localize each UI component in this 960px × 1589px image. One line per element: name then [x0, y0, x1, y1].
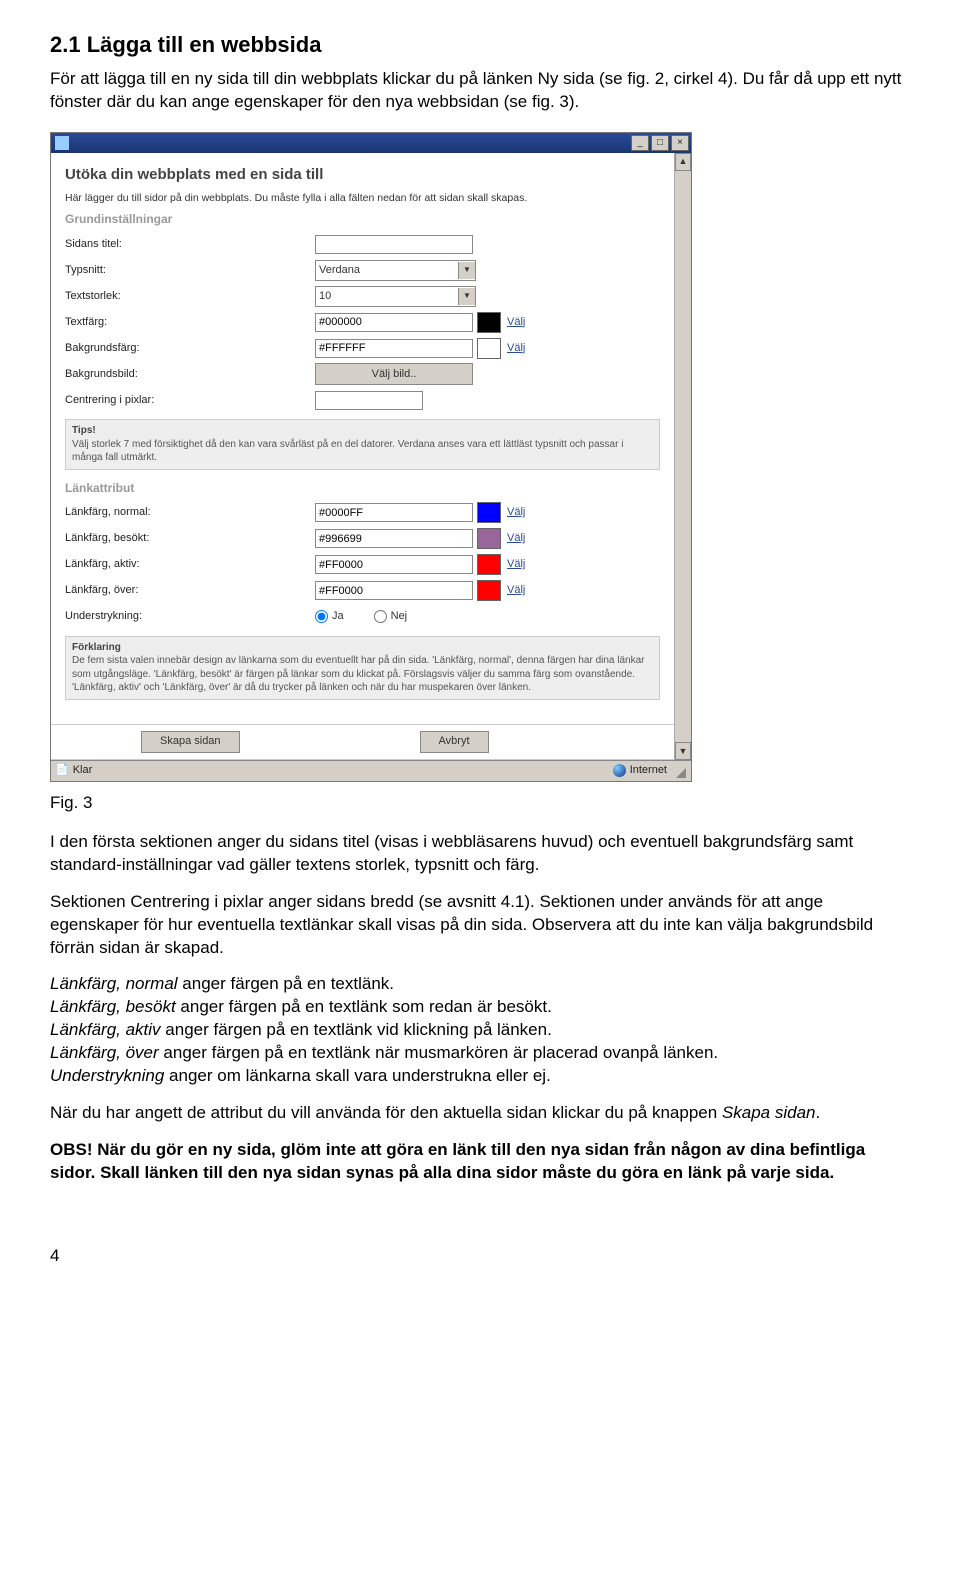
paragraph-first-section: I den första sektionen anger du sidans t…: [50, 831, 910, 877]
window-titlebar: _ □ ×: [51, 133, 691, 153]
globe-icon: [613, 764, 626, 777]
swatch-link-normal: [477, 502, 501, 523]
choose-link-normal[interactable]: Välj: [507, 505, 525, 520]
dialog-heading: Utöka din webbplats med en sida till: [65, 165, 660, 185]
maximize-button[interactable]: □: [651, 135, 669, 151]
minimize-button[interactable]: _: [631, 135, 649, 151]
swatch-link-over: [477, 580, 501, 601]
label-link-over: Länkfärg, över:: [65, 583, 315, 598]
paragraph-centrering: Sektionen Centrering i pixlar anger sida…: [50, 891, 910, 960]
input-textcolor[interactable]: [315, 313, 473, 332]
li-besokt-text: anger färgen på en textlänk som redan är…: [176, 997, 552, 1016]
input-bgcolor[interactable]: [315, 339, 473, 358]
status-text: Klar: [73, 763, 93, 778]
page-number: 4: [50, 1245, 910, 1268]
radio-yes-text: Ja: [332, 609, 344, 624]
label-link-active: Länkfärg, aktiv:: [65, 557, 315, 572]
figure-3-window: _ □ × Utöka din webbplats med en sida ti…: [50, 132, 692, 782]
basic-settings-subhead: Grundinställningar: [65, 211, 660, 227]
choose-link-textcolor[interactable]: Välj: [507, 315, 525, 330]
link-attr-subhead: Länkattribut: [65, 480, 660, 496]
dropdown-font-value: Verdana: [319, 263, 360, 278]
radio-yes-label[interactable]: Ja: [315, 609, 344, 624]
section-number: 2.1: [50, 32, 81, 57]
swatch-textcolor: [477, 312, 501, 333]
intro-paragraph: För att lägga till en ny sida till din w…: [50, 68, 910, 114]
p-after-head: När du har angett de attribut du vill an…: [50, 1103, 722, 1122]
input-link-active[interactable]: [315, 555, 473, 574]
li-over-em: Länkfärg, över: [50, 1043, 159, 1062]
obs-strong: OBS! När du gör en ny sida, glöm inte at…: [50, 1140, 865, 1182]
tips-heading: Tips!: [72, 425, 96, 436]
paragraph-after: När du har angett de attribut du vill an…: [50, 1102, 910, 1125]
radio-no-label[interactable]: Nej: [374, 609, 408, 624]
dropdown-textsize-value: 10: [319, 289, 331, 304]
resize-grip-icon[interactable]: [671, 763, 687, 779]
choose-image-button[interactable]: Välj bild..: [315, 363, 473, 385]
input-centering[interactable]: [315, 391, 423, 410]
dropdown-textsize[interactable]: 10 ▼: [315, 286, 476, 307]
doc-icon: 📄: [55, 763, 69, 778]
obs-paragraph: OBS! När du gör en ny sida, glöm inte at…: [50, 1139, 910, 1185]
li-besokt-em: Länkfärg, besökt: [50, 997, 176, 1016]
dropdown-font[interactable]: Verdana ▼: [315, 260, 476, 281]
dialog-intro: Här lägger du till sidor på din webbplat…: [65, 191, 660, 205]
section-heading: 2.1 Lägga till en webbsida: [50, 30, 910, 60]
swatch-link-active: [477, 554, 501, 575]
status-bar: 📄 Klar Internet: [51, 760, 691, 781]
p-after-em: Skapa sidan: [722, 1103, 816, 1122]
swatch-bgcolor: [477, 338, 501, 359]
tips-body: Välj storlek 7 med försiktighet då den k…: [72, 439, 623, 464]
label-bgimage: Bakgrundsbild:: [65, 367, 315, 382]
tips-box: Tips! Välj storlek 7 med försiktighet då…: [65, 419, 660, 470]
create-page-button[interactable]: Skapa sidan: [141, 731, 240, 753]
label-font: Typsnitt:: [65, 263, 315, 278]
cancel-button[interactable]: Avbryt: [420, 731, 489, 753]
li-under-em: Understrykning: [50, 1066, 164, 1085]
scroll-up-icon[interactable]: ▲: [675, 153, 691, 171]
label-textcolor: Textfärg:: [65, 315, 315, 330]
li-over-text: anger färgen på en textlänk när musmarkö…: [159, 1043, 718, 1062]
input-link-normal[interactable]: [315, 503, 473, 522]
link-color-list: Länkfärg, normal anger färgen på en text…: [50, 973, 910, 1088]
radio-no-text: Nej: [391, 609, 408, 624]
radio-no[interactable]: [374, 610, 387, 623]
li-aktiv-em: Länkfärg, aktiv: [50, 1020, 161, 1039]
explain-body: De fem sista valen innebär design av län…: [72, 655, 645, 693]
label-underline: Understrykning:: [65, 609, 315, 624]
input-link-over[interactable]: [315, 581, 473, 600]
input-link-visited[interactable]: [315, 529, 473, 548]
app-icon: [55, 136, 69, 150]
explain-heading: Förklaring: [72, 642, 121, 653]
chevron-down-icon: ▼: [458, 288, 475, 305]
li-normal-em: Länkfärg, normal: [50, 974, 178, 993]
li-normal-text: anger färgen på en textlänk.: [178, 974, 394, 993]
vertical-scrollbar[interactable]: ▲ ▼: [674, 153, 691, 760]
label-centering: Centrering i pixlar:: [65, 393, 315, 408]
choose-link-bgcolor[interactable]: Välj: [507, 341, 525, 356]
figure-caption: Fig. 3: [50, 792, 910, 815]
section-title-text: Lägga till en webbsida: [87, 32, 322, 57]
label-link-visited: Länkfärg, besökt:: [65, 531, 315, 546]
choose-link-over[interactable]: Välj: [507, 583, 525, 598]
zone-text: Internet: [630, 763, 667, 778]
li-under-text: anger om länkarna skall vara understrukn…: [164, 1066, 550, 1085]
explain-box: Förklaring De fem sista valen innebär de…: [65, 636, 660, 700]
label-textsize: Textstorlek:: [65, 289, 315, 304]
chevron-down-icon: ▼: [458, 262, 475, 279]
swatch-link-visited: [477, 528, 501, 549]
scroll-down-icon[interactable]: ▼: [675, 742, 691, 760]
close-button[interactable]: ×: [671, 135, 689, 151]
label-bgcolor: Bakgrundsfärg:: [65, 341, 315, 356]
input-title[interactable]: [315, 235, 473, 254]
choose-link-visited[interactable]: Välj: [507, 531, 525, 546]
label-title: Sidans titel:: [65, 237, 315, 252]
label-link-normal: Länkfärg, normal:: [65, 505, 315, 520]
radio-yes[interactable]: [315, 610, 328, 623]
choose-link-active[interactable]: Välj: [507, 557, 525, 572]
p-after-tail: .: [816, 1103, 821, 1122]
li-aktiv-text: anger färgen på en textlänk vid klicknin…: [161, 1020, 552, 1039]
